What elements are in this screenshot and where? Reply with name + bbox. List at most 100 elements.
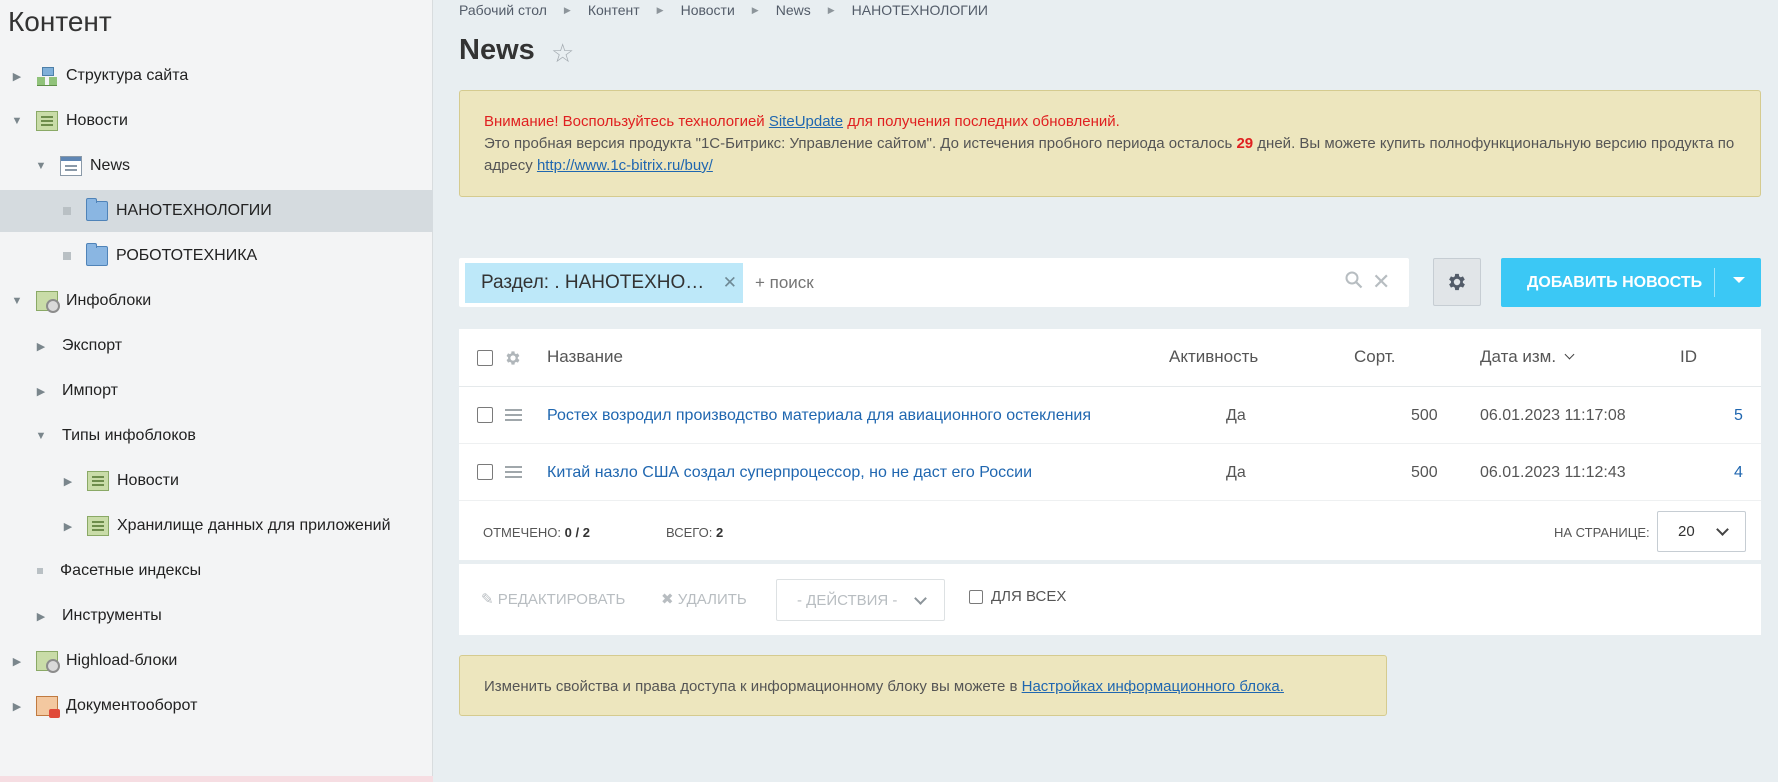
sidebar: Контент ▶ Структура сайта ▼ Новости ▼ Ne… xyxy=(0,0,433,782)
collapse-arrow-icon[interactable]: ▼ xyxy=(10,115,24,127)
column-settings-gear-icon[interactable] xyxy=(504,349,522,367)
filter-chip-section[interactable]: Раздел: . НАНОТЕХНО… ✕ xyxy=(465,262,743,303)
column-header-sort[interactable]: Сорт. xyxy=(1354,347,1395,367)
bottom-strip xyxy=(0,776,433,782)
breadcrumb: Рабочий стол ▶ Контент ▶ Новости ▶ News … xyxy=(459,2,988,18)
sidebar-item-nanotech[interactable]: НАНОТЕХНОЛОГИИ xyxy=(0,190,433,232)
row-checkbox[interactable] xyxy=(477,407,493,423)
expand-arrow-icon[interactable]: ▶ xyxy=(34,385,48,398)
row-checkbox[interactable] xyxy=(477,464,493,480)
breadcrumb-item[interactable]: НАНОТЕХНОЛОГИИ xyxy=(852,2,988,18)
for-all-checkbox[interactable] xyxy=(969,589,983,604)
sidebar-item-label: Инструменты xyxy=(62,607,162,624)
row-menu-icon[interactable] xyxy=(505,409,522,411)
search-input[interactable] xyxy=(755,272,1335,293)
expand-arrow-icon[interactable]: ▶ xyxy=(61,520,75,533)
search-icon[interactable] xyxy=(1345,271,1363,289)
expand-arrow-icon[interactable]: ▶ xyxy=(10,700,24,713)
expand-arrow-icon[interactable]: ▶ xyxy=(61,475,75,488)
breadcrumb-item[interactable]: News xyxy=(776,2,811,18)
edit-action[interactable]: ✎ РЕДАКТИРОВАТЬ xyxy=(481,590,625,608)
row-date: 06.01.2023 11:12:43 xyxy=(1480,464,1626,481)
update-notice: Внимание! Воспользуйтесь технологией Sit… xyxy=(459,90,1761,197)
sidebar-item-news-block[interactable]: ▼ News xyxy=(0,145,433,187)
expand-arrow-icon[interactable]: ▶ xyxy=(10,655,24,668)
sidebar-item-label: Хранилище данных для приложений xyxy=(117,517,391,534)
sidebar-item-facet-indexes[interactable]: Фасетные индексы xyxy=(0,550,433,592)
notice-warning-line: Внимание! Воспользуйтесь технологией Sit… xyxy=(484,111,1736,133)
buy-link[interactable]: http://www.1c-bitrix.ru/buy/ xyxy=(537,157,713,174)
sidebar-item-tools[interactable]: ▶ Инструменты xyxy=(0,595,433,637)
column-header-date[interactable]: Дата изм. xyxy=(1480,347,1556,367)
expand-arrow-icon[interactable]: ▶ xyxy=(10,70,24,83)
row-id[interactable]: 4 xyxy=(1734,464,1743,482)
sidebar-item-label: Инфоблоки xyxy=(66,292,152,309)
close-icon[interactable]: ✕ xyxy=(723,273,737,293)
bullet-icon xyxy=(63,207,71,215)
sidebar-title: Контент xyxy=(8,6,112,37)
sidebar-item-export[interactable]: ▶ Экспорт xyxy=(0,325,433,367)
sidebar-item-docflow[interactable]: ▶ Документооборот xyxy=(0,685,433,727)
sidebar-item-iblock-types[interactable]: ▼ Типы инфоблоков xyxy=(0,415,433,457)
sidebar-item-highload[interactable]: ▶ Highload-блоки xyxy=(0,640,433,682)
storage-iblock-icon xyxy=(87,516,109,536)
sidebar-item-news[interactable]: ▼ Новости xyxy=(0,100,433,142)
breadcrumb-item[interactable]: Рабочий стол xyxy=(459,2,547,18)
collapse-arrow-icon[interactable]: ▼ xyxy=(10,295,24,307)
grid-settings-button[interactable] xyxy=(1433,258,1481,306)
collapse-arrow-icon[interactable]: ▼ xyxy=(34,430,48,442)
sort-desc-chevron-icon xyxy=(1564,349,1575,360)
row-active: Да xyxy=(1226,464,1246,481)
for-all-option[interactable]: ДЛЯ ВСЕХ xyxy=(969,588,1066,605)
column-header-id[interactable]: ID xyxy=(1680,347,1697,367)
dropdown-arrow-icon[interactable] xyxy=(1733,277,1745,283)
per-page-label: НА СТРАНИЦЕ: xyxy=(1554,525,1650,540)
iblock-settings-link[interactable]: Настройках информационного блока. xyxy=(1022,678,1284,695)
column-header-name[interactable]: Название xyxy=(547,347,623,367)
button-divider xyxy=(1714,268,1715,297)
row-id[interactable]: 5 xyxy=(1734,407,1743,425)
actions-select-value: - ДЕЙСТВИЯ - xyxy=(797,591,898,609)
notice-warning-suffix: для получения последних обновлений. xyxy=(843,113,1120,130)
per-page-select[interactable]: 20 xyxy=(1657,511,1746,552)
row-menu-icon[interactable] xyxy=(505,466,522,468)
breadcrumb-item[interactable]: Новости xyxy=(681,2,735,18)
breadcrumb-separator-icon: ▶ xyxy=(563,4,571,15)
news-grid: Название Активность Сорт. Дата изм. ID Р… xyxy=(459,329,1761,560)
sidebar-item-iblocks[interactable]: ▼ Инфоблоки xyxy=(0,280,433,322)
clear-icon[interactable]: ✕ xyxy=(1372,269,1390,295)
collapse-arrow-icon[interactable]: ▼ xyxy=(34,160,48,172)
chevron-down-icon xyxy=(1716,523,1729,536)
filter-bar[interactable]: Раздел: . НАНОТЕХНО… ✕ ✕ xyxy=(459,258,1409,307)
table-row[interactable]: Ростех возродил производство материала д… xyxy=(459,387,1761,444)
select-all-checkbox[interactable] xyxy=(477,350,493,366)
sidebar-item-app-storage[interactable]: ▶ Хранилище данных для приложений xyxy=(0,505,433,547)
delete-action[interactable]: ✖ УДАЛИТЬ xyxy=(661,590,747,608)
total-counter: ВСЕГО: 2 xyxy=(666,525,723,540)
breadcrumb-item[interactable]: Контент xyxy=(588,2,640,18)
bullet-icon xyxy=(37,568,43,574)
checked-value: 0 / 2 xyxy=(564,525,590,540)
sidebar-item-import[interactable]: ▶ Импорт xyxy=(0,370,433,412)
row-sort: 500 xyxy=(1411,407,1438,424)
siteupdate-link[interactable]: SiteUpdate xyxy=(769,113,843,130)
sidebar-item-label: Новости xyxy=(117,472,179,489)
sidebar-item-type-news[interactable]: ▶ Новости xyxy=(0,460,433,502)
column-header-active[interactable]: Активность xyxy=(1169,347,1258,367)
iblock-settings-note: Изменить свойства и права доступа к инфо… xyxy=(459,655,1387,716)
actions-select[interactable]: - ДЕЙСТВИЯ - xyxy=(776,579,945,621)
row-name-link[interactable]: Ростех возродил производство материала д… xyxy=(547,407,1091,425)
expand-arrow-icon[interactable]: ▶ xyxy=(34,340,48,353)
grid-footer: ОТМЕЧЕНО: 0 / 2 ВСЕГО: 2 НА СТРАНИЦЕ: 20 xyxy=(459,501,1761,560)
sidebar-item-site-structure[interactable]: ▶ Структура сайта xyxy=(0,55,433,97)
notice-warning-prefix: Внимание! Воспользуйтесь технологией xyxy=(484,113,769,130)
per-page-value: 20 xyxy=(1678,523,1695,540)
delete-label: УДАЛИТЬ xyxy=(677,591,747,608)
favorite-star-icon[interactable]: ☆ xyxy=(551,38,574,69)
expand-arrow-icon[interactable]: ▶ xyxy=(34,610,48,623)
table-row[interactable]: Китай назло США создал суперпроцессор, н… xyxy=(459,444,1761,501)
sidebar-item-robotics[interactable]: РОБОТОТЕХНИКА xyxy=(0,235,433,277)
row-name-link[interactable]: Китай назло США создал суперпроцессор, н… xyxy=(547,464,1032,482)
add-news-button[interactable]: ДОБАВИТЬ НОВОСТЬ xyxy=(1501,258,1761,307)
row-date: 06.01.2023 11:17:08 xyxy=(1480,407,1626,424)
